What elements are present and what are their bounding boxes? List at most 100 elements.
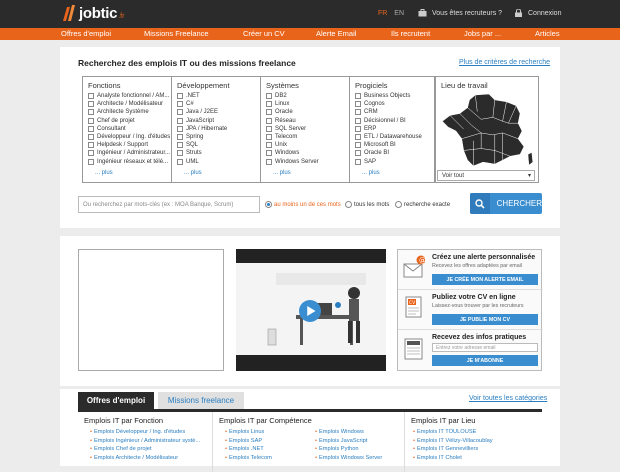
checkbox[interactable] bbox=[88, 101, 94, 108]
checkbox-item[interactable]: Linux bbox=[261, 100, 349, 108]
checkbox[interactable] bbox=[88, 150, 94, 157]
checkbox-item[interactable]: Struts bbox=[172, 149, 260, 157]
checkbox-item[interactable]: Spring bbox=[172, 133, 260, 141]
checkbox[interactable] bbox=[355, 93, 361, 100]
keyword-input[interactable]: Ou recherchez par mots-clés (ex : MOA Ba… bbox=[78, 196, 260, 213]
checkbox[interactable] bbox=[266, 142, 272, 149]
tab-offres-emploi[interactable]: Offres d'emploi bbox=[78, 392, 154, 409]
list-item[interactable]: Emplois JavaScript bbox=[315, 437, 382, 446]
checkbox[interactable] bbox=[177, 125, 183, 132]
checkbox[interactable] bbox=[266, 150, 272, 157]
list-item[interactable]: Emplois Ingénieur / Administrateur systè… bbox=[90, 437, 212, 446]
checkbox-item[interactable]: Développeur / Ing. d'études bbox=[83, 133, 171, 141]
checkbox-item[interactable]: Oracle BI bbox=[350, 149, 434, 157]
checkbox[interactable] bbox=[355, 142, 361, 149]
checkbox-item[interactable]: Ingénieur / Administrateur... bbox=[83, 149, 171, 157]
france-map[interactable] bbox=[438, 92, 536, 168]
subscribe-button[interactable]: JE M'ABONNE bbox=[432, 355, 538, 366]
more-link[interactable]: ... plus bbox=[350, 170, 434, 176]
checkbox[interactable] bbox=[266, 93, 272, 100]
checkbox[interactable] bbox=[88, 117, 94, 124]
more-criteria-link[interactable]: Plus de critères de recherche bbox=[459, 59, 550, 66]
checkbox-item[interactable]: Décisionnel / BI bbox=[350, 117, 434, 125]
checkbox-item[interactable]: UML bbox=[172, 158, 260, 166]
checkbox-item[interactable]: Windows bbox=[261, 149, 349, 157]
checkbox[interactable] bbox=[355, 134, 361, 141]
checkbox[interactable] bbox=[177, 150, 183, 157]
nav-articles[interactable]: Articles bbox=[535, 29, 560, 38]
nav-offres-emploi[interactable]: Offres d'emploi bbox=[61, 29, 111, 38]
checkbox-item[interactable]: Réseau bbox=[261, 117, 349, 125]
list-item[interactable]: Emplois Développeur / Ing. d'études bbox=[90, 428, 212, 437]
more-link[interactable]: ... plus bbox=[261, 170, 349, 176]
checkbox-item[interactable]: Ingénieur réseaux et télé... bbox=[83, 158, 171, 166]
checkbox[interactable] bbox=[266, 134, 272, 141]
checkbox-item[interactable]: .NET bbox=[172, 92, 260, 100]
lang-fr[interactable]: FR bbox=[378, 10, 387, 17]
list-item[interactable]: Emplois SAP bbox=[225, 437, 272, 446]
list-item[interactable]: Emplois Python bbox=[315, 445, 382, 454]
checkbox[interactable] bbox=[177, 117, 183, 124]
checkbox-item[interactable]: Architecte Système bbox=[83, 108, 171, 116]
radio-button[interactable] bbox=[345, 201, 352, 208]
checkbox[interactable] bbox=[355, 101, 361, 108]
checkbox-item[interactable]: Architecte / Modélisateur bbox=[83, 100, 171, 108]
lang-en[interactable]: EN bbox=[394, 10, 404, 17]
checkbox-item[interactable]: C# bbox=[172, 100, 260, 108]
checkbox-item[interactable]: Business Objects bbox=[350, 92, 434, 100]
checkbox-item[interactable]: Windows Server bbox=[261, 158, 349, 166]
checkbox[interactable] bbox=[88, 134, 94, 141]
checkbox-item[interactable]: ETL / Datawarehouse bbox=[350, 133, 434, 141]
newsletter-email-input[interactable]: Entrez votre adresse email bbox=[432, 343, 538, 352]
create-alert-button[interactable]: JE CRÉE MON ALERTE EMAIL bbox=[432, 274, 538, 285]
play-icon[interactable] bbox=[299, 300, 321, 322]
tab-missions-freelance[interactable]: Missions freelance bbox=[158, 392, 244, 409]
checkbox[interactable] bbox=[266, 117, 272, 124]
checkbox-item[interactable]: Telecom bbox=[261, 133, 349, 141]
list-item[interactable]: Emplois IT Cholet bbox=[413, 454, 542, 463]
list-item[interactable]: Emplois Chef de projet bbox=[90, 445, 212, 454]
radio-button[interactable] bbox=[395, 201, 402, 208]
location-select[interactable]: Voir tout ▾ bbox=[437, 170, 535, 181]
checkbox-item[interactable]: Analyste fonctionnel / AM... bbox=[83, 92, 171, 100]
checkbox-item[interactable]: ERP bbox=[350, 125, 434, 133]
checkbox[interactable] bbox=[177, 134, 183, 141]
more-link[interactable]: ... plus bbox=[172, 170, 260, 176]
search-button[interactable]: CHERCHER bbox=[470, 193, 542, 214]
login-link[interactable]: Connexion bbox=[514, 9, 561, 17]
checkbox-item[interactable]: Unix bbox=[261, 141, 349, 149]
list-item[interactable]: Emplois Telecom bbox=[225, 454, 272, 463]
checkbox[interactable] bbox=[177, 158, 183, 165]
checkbox[interactable] bbox=[266, 101, 272, 108]
video-player[interactable] bbox=[236, 249, 386, 371]
nav-missions-freelance[interactable]: Missions Freelance bbox=[144, 29, 209, 38]
more-link[interactable]: ... plus bbox=[83, 170, 171, 176]
nav-jobs-par[interactable]: Jobs par ... bbox=[464, 29, 501, 38]
radio-button[interactable] bbox=[265, 201, 272, 208]
checkbox[interactable] bbox=[88, 142, 94, 149]
nav-ils-recrutent[interactable]: Ils recrutent bbox=[391, 29, 430, 38]
list-item[interactable]: Emplois Linux bbox=[225, 428, 272, 437]
checkbox-item[interactable]: JPA / Hibernate bbox=[172, 125, 260, 133]
list-item[interactable]: Emplois IT TOULOUSE bbox=[413, 428, 542, 437]
checkbox[interactable] bbox=[355, 117, 361, 124]
checkbox[interactable] bbox=[355, 150, 361, 157]
nav-alerte-email[interactable]: Alerte Email bbox=[316, 29, 356, 38]
checkbox[interactable] bbox=[266, 125, 272, 132]
checkbox-item[interactable]: Oracle bbox=[261, 108, 349, 116]
logo[interactable]: jobtic .fr bbox=[61, 4, 124, 22]
checkbox-item[interactable]: Helpdesk / Support bbox=[83, 141, 171, 149]
checkbox[interactable] bbox=[88, 125, 94, 132]
checkbox-item[interactable]: Microsoft BI bbox=[350, 141, 434, 149]
list-item[interactable]: Emplois Architecte / Modélisateur bbox=[90, 454, 212, 463]
all-categories-link[interactable]: Voir toutes les catégories bbox=[469, 395, 547, 402]
checkbox[interactable] bbox=[355, 109, 361, 116]
checkbox-item[interactable]: CRM bbox=[350, 108, 434, 116]
checkbox[interactable] bbox=[355, 125, 361, 132]
radio-any-word[interactable]: au moins un de ces mots bbox=[265, 201, 341, 208]
checkbox-item[interactable]: SAP bbox=[350, 158, 434, 166]
publish-cv-button[interactable]: JE PUBLIE MON CV bbox=[432, 314, 538, 325]
list-item[interactable]: Emplois Windows bbox=[315, 428, 382, 437]
checkbox[interactable] bbox=[177, 101, 183, 108]
recruiter-link[interactable]: Vous êtes recruteurs ? bbox=[418, 9, 502, 17]
